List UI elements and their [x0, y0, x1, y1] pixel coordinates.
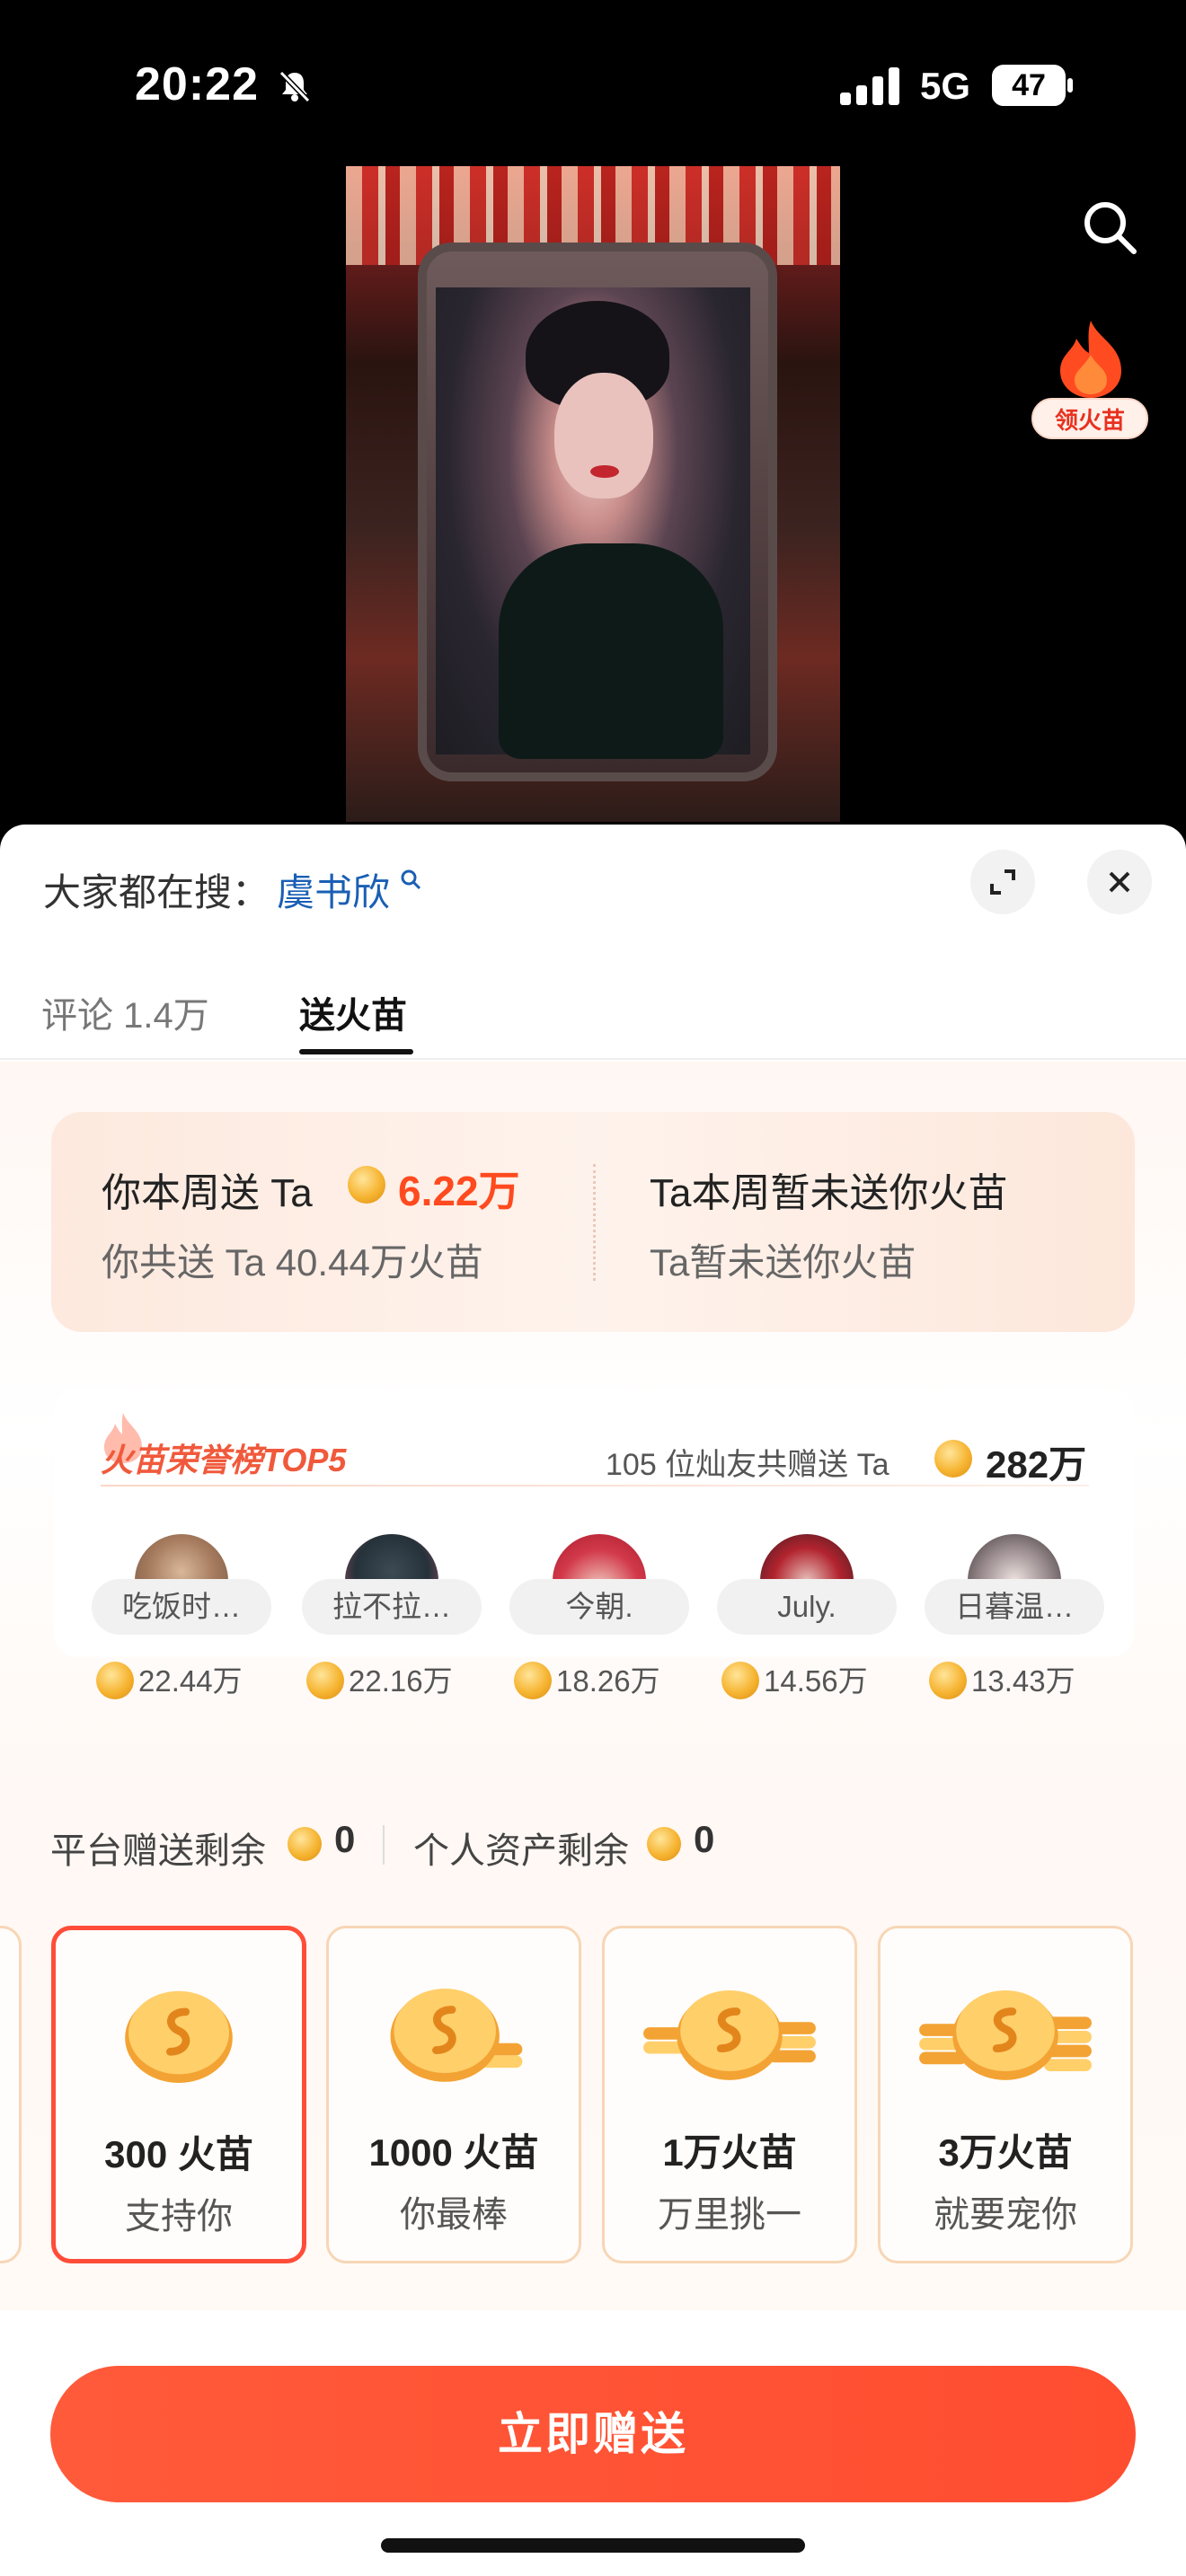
fan-item[interactable]: 拉不拉… 22.16万	[302, 1531, 482, 1699]
send-now-button[interactable]: 立即赠送	[50, 2366, 1136, 2502]
divider	[383, 1825, 385, 1865]
coin-icon	[125, 1990, 233, 2083]
coin-icon	[934, 1440, 972, 1478]
coin-icon	[96, 1662, 134, 1699]
close-button[interactable]	[1087, 850, 1152, 914]
fan-amount: 22.44万	[138, 1664, 243, 1698]
search-icon[interactable]	[1078, 196, 1143, 260]
weekly-summary-card: 你本周送 Ta 6.22万 你共送 Ta 40.44万火苗 Ta本周暂未送你火苗…	[51, 1112, 1135, 1332]
gift-amount: 3万火苗	[938, 2131, 1073, 2174]
fan-amount: 14.56万	[764, 1664, 868, 1698]
coin-icon	[647, 1827, 681, 1861]
gift-amount: 300 火苗	[104, 2133, 253, 2175]
tab-bar: 评论 1.4万 送火苗	[0, 959, 1186, 1060]
fan-item[interactable]: 今朝. 18.26万	[509, 1531, 689, 1699]
sheet-header: 大家都在搜： 虞书欣	[0, 825, 1186, 959]
gift-caption: 支持你	[125, 2197, 233, 2236]
claim-fire-label: 领火苗	[1031, 398, 1148, 439]
flame-icon	[1060, 321, 1121, 398]
gift-option[interactable]: 1000 火苗 你最棒	[326, 1926, 581, 2263]
status-time: 20:22	[135, 58, 259, 110]
fan-name: July.	[717, 1579, 897, 1635]
trending-search-term[interactable]: 虞书欣	[277, 862, 390, 917]
signal-icon	[840, 67, 899, 105]
trending-search-label: 大家都在搜：	[43, 871, 270, 913]
coin-stack-icon	[390, 1989, 523, 2082]
fan-amount: 13.43万	[971, 1664, 1075, 1698]
platform-balance-value: 0	[334, 1818, 356, 1860]
send-area: 立即赠送	[0, 2312, 1186, 2576]
divider	[101, 1485, 1089, 1486]
honor-summary-amount: 282万	[986, 1443, 1087, 1486]
portrait-lips	[590, 465, 619, 478]
fan-item[interactable]: July. 14.56万	[717, 1531, 897, 1699]
fan-name: 日暮温…	[925, 1579, 1104, 1635]
home-indicator[interactable]	[381, 2538, 805, 2553]
fan-item[interactable]: 日暮温… 13.43万	[925, 1531, 1104, 1699]
fan-name: 拉不拉…	[302, 1579, 482, 1635]
active-tab-indicator	[299, 1049, 413, 1054]
personal-balance-value: 0	[694, 1818, 715, 1860]
fan-amount: 18.26万	[556, 1664, 660, 1698]
coin-icon	[306, 1662, 344, 1699]
ta-sent-this-week: Ta本周暂未送你火苗	[650, 1171, 1008, 1215]
you-sent-this-week-amount: 6.22万	[398, 1168, 520, 1214]
fan-name: 吃饭时…	[92, 1579, 271, 1635]
gift-amount: 1万火苗	[662, 2131, 797, 2174]
search-small-icon	[401, 869, 421, 890]
expand-icon	[990, 869, 1015, 895]
gift-amount: 1000 火苗	[368, 2131, 539, 2174]
fan-amount: 22.16万	[349, 1664, 453, 1698]
portrait-dress	[499, 543, 723, 759]
coin-pile-icon	[919, 1989, 1092, 2080]
gift-option[interactable]: 300 火苗 支持你	[51, 1926, 306, 2263]
video-player[interactable]	[346, 166, 840, 822]
you-sent-this-week-label: 你本周送 Ta	[102, 1171, 313, 1215]
fan-item[interactable]: 吃饭时… 22.44万	[92, 1531, 271, 1699]
bell-muted-icon	[279, 70, 311, 103]
portrait-face	[554, 373, 653, 498]
close-icon	[1109, 871, 1130, 893]
coin-pile-icon	[643, 1989, 816, 2080]
honor-board-title: 火苗荣誉榜TOP5	[101, 1442, 347, 1478]
divider	[593, 1164, 596, 1281]
battery-level: 47	[1012, 68, 1046, 102]
ta-sent-total: Ta暂未送你火苗	[650, 1241, 916, 1284]
coin-icon	[288, 1827, 322, 1861]
you-sent-total: 你共送 Ta 40.44万火苗	[102, 1241, 483, 1284]
coin-icon	[721, 1662, 759, 1699]
gift-option[interactable]: 3万火苗 就要宠你	[878, 1926, 1133, 2263]
platform-balance-label: 平台赠送剩余	[50, 1831, 266, 1871]
coin-icon	[514, 1662, 552, 1699]
gift-option[interactable]: 1万火苗 万里挑一	[602, 1926, 857, 2263]
coin-icon	[348, 1166, 385, 1204]
gift-caption: 你最棒	[400, 2195, 508, 2235]
claim-fire-widget[interactable]: 领火苗	[1024, 319, 1159, 445]
fan-name: 今朝.	[509, 1579, 689, 1635]
personal-balance-label: 个人资产剩余	[413, 1831, 629, 1871]
gift-option-previous[interactable]	[0, 1926, 22, 2263]
tab-comments[interactable]: 评论 1.4万	[41, 986, 209, 1038]
coin-icon	[929, 1662, 967, 1699]
honor-board[interactable]: 火苗荣誉榜TOP5 105 位灿友共赠送 Ta 282万 吃饭时… 22.44万…	[54, 1388, 1134, 1699]
honor-summary: 105 位灿友共赠送 Ta	[606, 1448, 890, 1482]
balance-row: 平台赠送剩余 0 个人资产剩余 0	[50, 1816, 859, 1871]
gift-caption: 就要宠你	[934, 2195, 1077, 2235]
battery-icon: 47	[992, 65, 1075, 106]
status-bar: 20:22 5G 47	[0, 0, 1186, 171]
network-type: 5G	[920, 65, 971, 107]
tab-send-fire[interactable]: 送火苗	[299, 986, 407, 1038]
gift-caption: 万里挑一	[658, 2195, 801, 2235]
expand-button[interactable]	[970, 850, 1035, 914]
bottom-sheet: 大家都在搜： 虞书欣 评论 1.4万 送火苗 你本周送 Ta 6.22万 你共送…	[0, 825, 1186, 2576]
